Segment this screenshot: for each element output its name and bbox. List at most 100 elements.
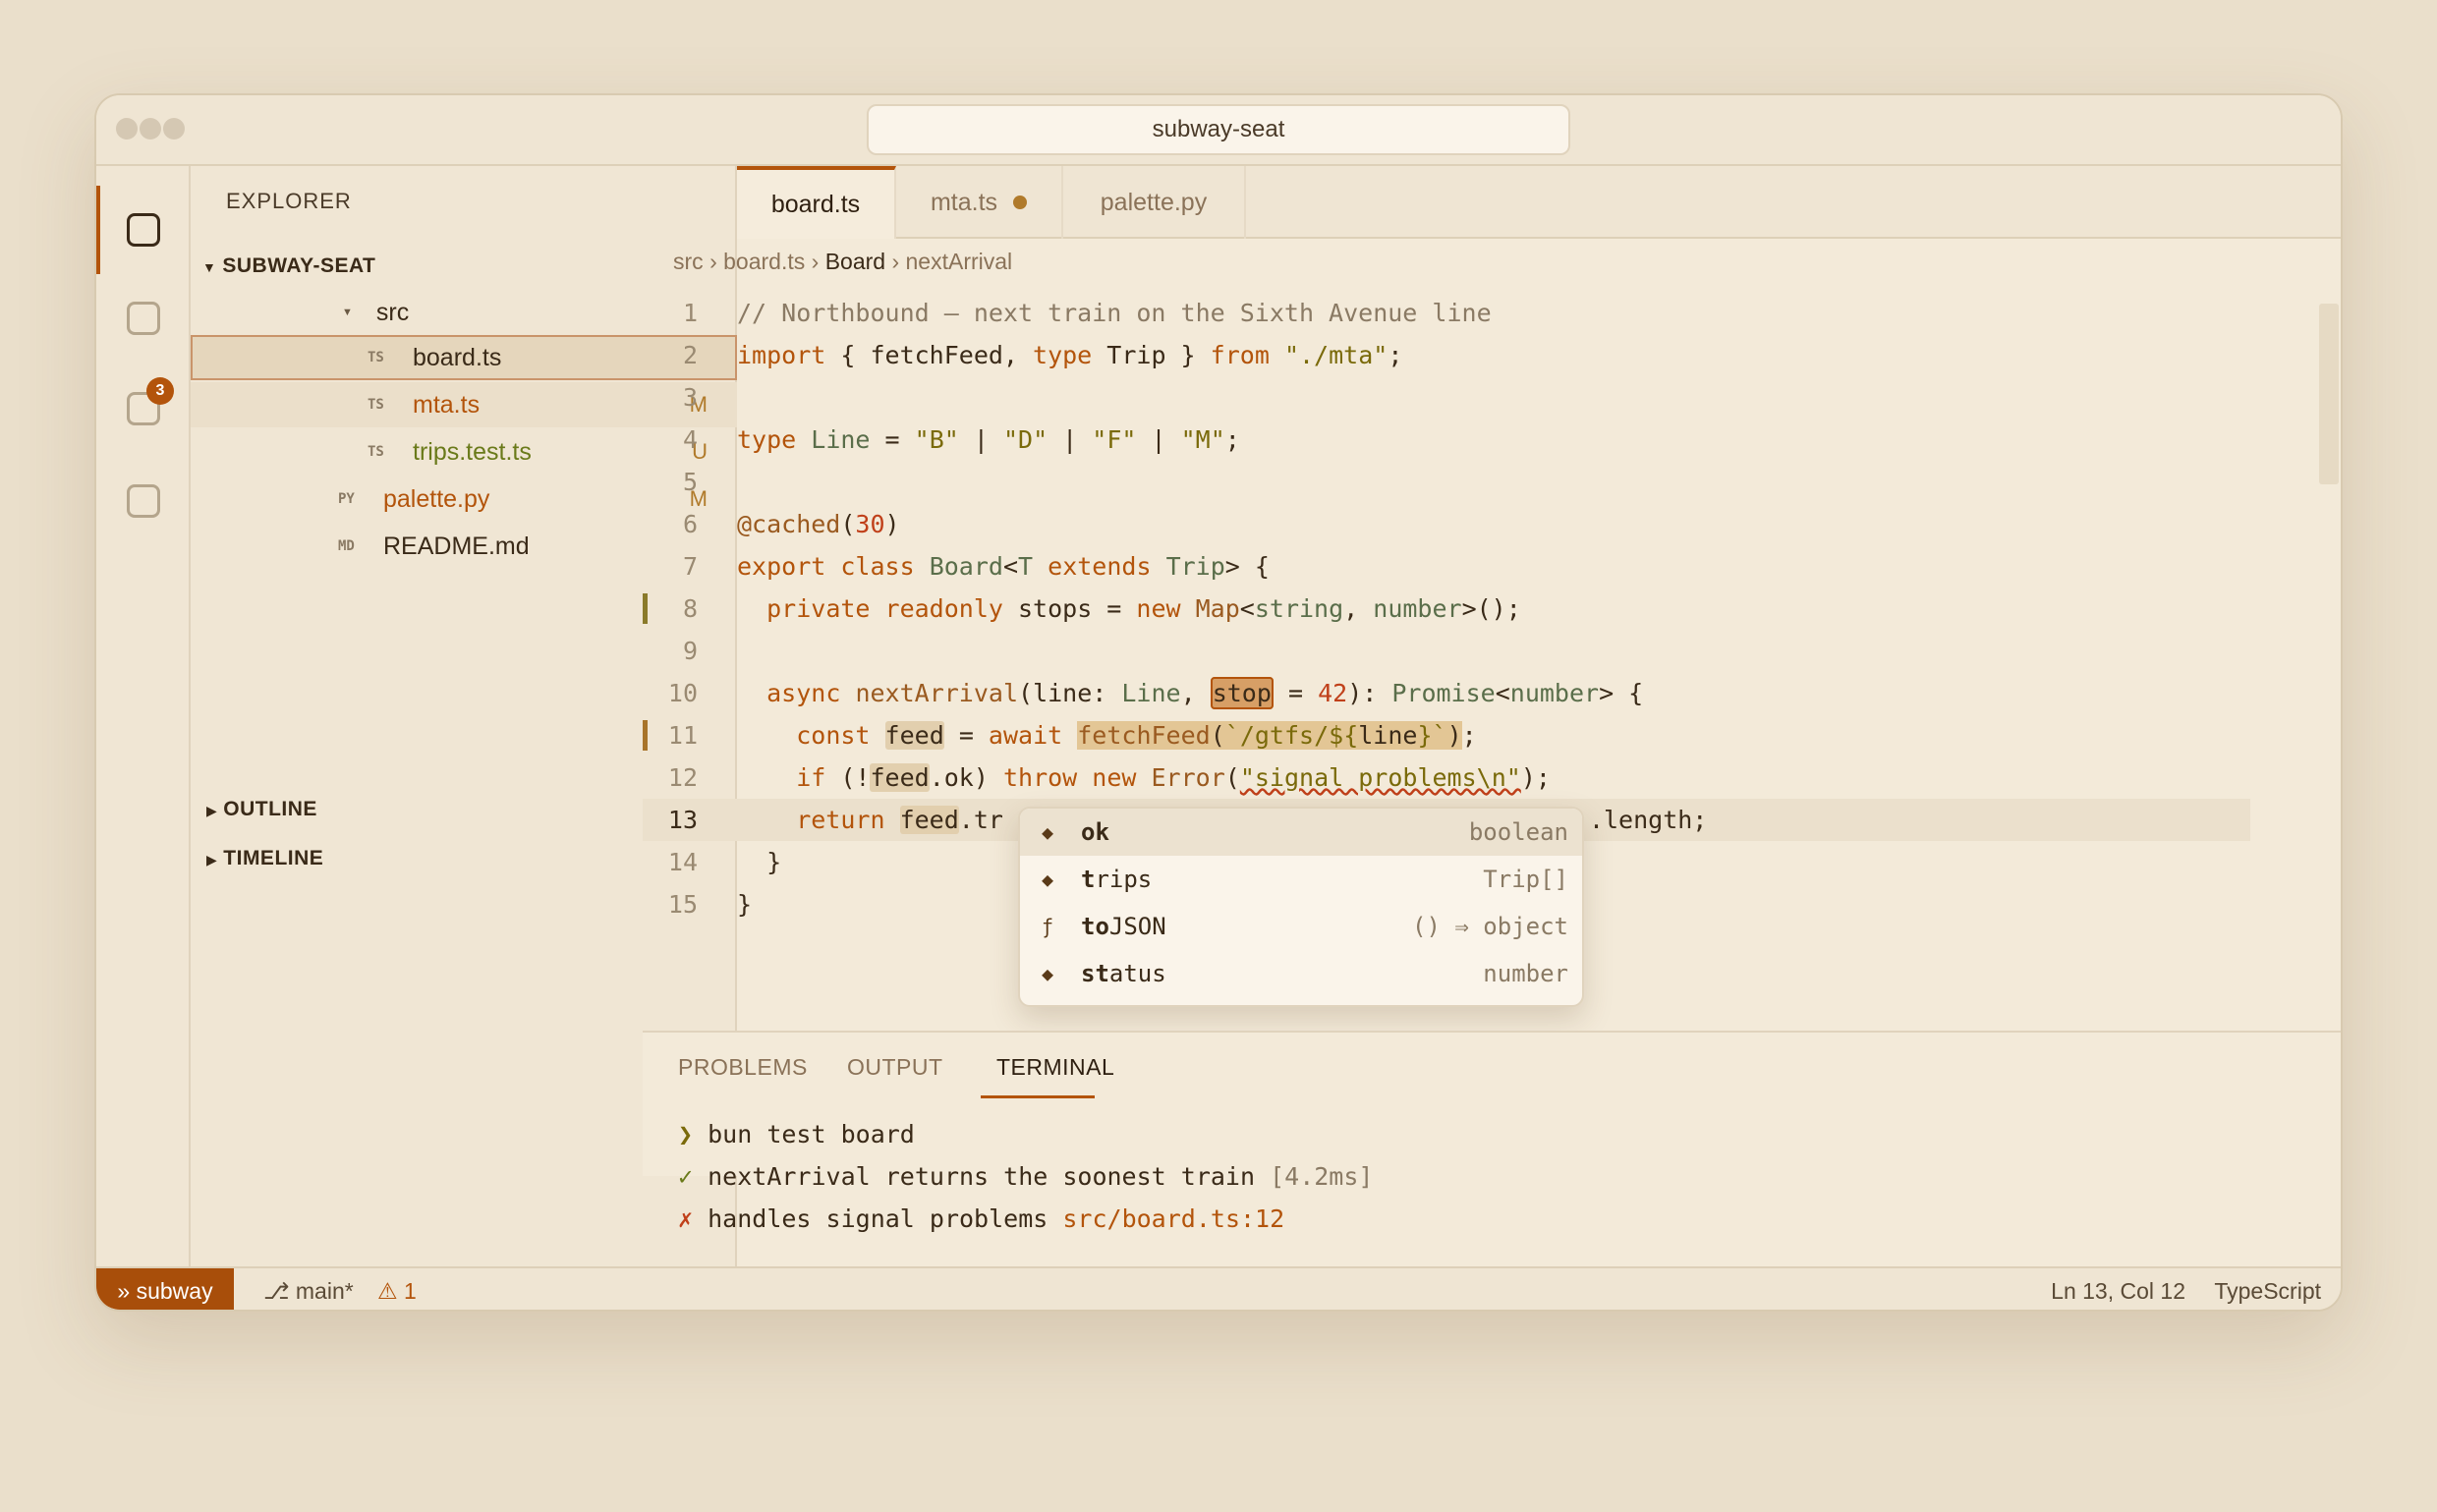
- suggestion-label: toJSON: [1081, 913, 1166, 940]
- suggestion-type: number: [1483, 960, 1568, 987]
- breadcrumb-class[interactable]: Board: [825, 249, 885, 274]
- line-number: 6: [682, 510, 698, 538]
- code-text: if (!feed.ok) throw new Error("signal pr…: [796, 763, 1551, 792]
- code-text: // Northbound — next train on the Sixth …: [737, 299, 1492, 327]
- code-line: 10 async nextArrival(line: Line, stop = …: [643, 672, 2250, 714]
- typescript-file-icon: TS: [368, 350, 384, 365]
- explorer-activity-button[interactable]: [96, 186, 191, 274]
- line-number: 3: [682, 383, 698, 412]
- extensions-activity-button[interactable]: [96, 457, 191, 545]
- code-line: 12 if (!feed.ok) throw new Error("signal…: [643, 756, 2250, 799]
- status-bar: » subway ⎇ main* ⚠ 1 Ln 13, Col 12 TypeS…: [96, 1266, 2341, 1310]
- source-control-badge: 3: [146, 377, 174, 405]
- remote-indicator[interactable]: » subway: [96, 1268, 234, 1310]
- code-line: 3: [643, 376, 2250, 419]
- suggestion-item[interactable]: ◆ trips Trip[]: [1020, 856, 1582, 903]
- check-icon: ✓: [678, 1162, 694, 1191]
- line-number: 7: [682, 552, 698, 581]
- tab-board-ts[interactable]: board.ts: [737, 166, 896, 239]
- file-label: board.ts: [413, 343, 502, 371]
- property-icon: ◆: [1042, 820, 1054, 844]
- cursor-position[interactable]: Ln 13, Col 12: [2051, 1278, 2185, 1305]
- workspace-root-label: SUBWAY-SEAT: [222, 254, 376, 277]
- code-text: const feed = await fetchFeed(`/gtfs/${li…: [796, 721, 1477, 750]
- source-control-activity-button[interactable]: 3: [96, 364, 191, 453]
- command-center[interactable]: subway-seat: [867, 104, 1570, 155]
- close-window-button[interactable]: [116, 118, 138, 140]
- error-location-link[interactable]: src/board.ts:12: [1062, 1204, 1284, 1233]
- typescript-file-icon: TS: [368, 397, 384, 413]
- terminal-command: bun test board: [708, 1120, 915, 1148]
- autocomplete-widget: ◆ ok boolean ◆ trips Trip[] ƒ toJSON () ⇒ obje…: [1018, 807, 1584, 1007]
- code-line: 8 private readonly stops = new Map<strin…: [643, 588, 2250, 630]
- suggestion-item[interactable]: ◆ status number: [1020, 950, 1582, 997]
- outline-section-toggle[interactable]: ▶ OUTLINE: [206, 798, 317, 821]
- line-number: 15: [667, 890, 698, 919]
- search-activity-button[interactable]: [96, 274, 191, 363]
- line-number: 11: [667, 721, 698, 750]
- suggestion-item[interactable]: ƒ toJSON () ⇒ object: [1020, 903, 1582, 950]
- suggestion-label: status: [1081, 960, 1166, 987]
- activity-bar: 3: [96, 166, 191, 1266]
- line-number: 5: [682, 468, 698, 496]
- line-number: 1: [682, 299, 698, 327]
- line-number: 2: [682, 341, 698, 369]
- tab-label: board.ts: [770, 190, 861, 218]
- folder-label: src: [375, 298, 410, 326]
- cross-icon: ✗: [678, 1204, 694, 1233]
- language-mode[interactable]: TypeScript: [2214, 1278, 2321, 1305]
- editor-window: subway-seat 3 EXPLORER ▼ SUBWAY-SEAT ▼ src…: [94, 93, 2343, 1312]
- zoom-window-button[interactable]: [163, 118, 185, 140]
- timeline-section-toggle[interactable]: ▶ TIMELINE: [206, 847, 323, 870]
- warning-gutter-mark: [643, 720, 648, 751]
- branch-indicator[interactable]: ⎇ main*: [263, 1278, 354, 1305]
- code-text: @cached(30): [737, 510, 900, 538]
- tab-terminal[interactable]: TERMINAL: [996, 1054, 1114, 1081]
- python-file-icon: PY: [338, 491, 355, 507]
- file-label: mta.ts: [413, 390, 481, 419]
- line-number: 14: [667, 848, 698, 876]
- breadcrumb: src › board.ts › Board › nextArrival: [673, 249, 1012, 275]
- markdown-file-icon: MD: [338, 538, 355, 554]
- suggestion-type: () ⇒ object: [1412, 913, 1568, 940]
- test-name: nextArrival returns the soonest train: [708, 1162, 1256, 1191]
- breadcrumb-separator: ›: [811, 249, 820, 274]
- timeline-label: TIMELINE: [223, 847, 324, 869]
- property-icon: ◆: [1042, 868, 1054, 891]
- code-text: async nextArrival(line: Line, stop = 42)…: [766, 677, 1644, 709]
- line-number: 10: [667, 679, 698, 707]
- breadcrumb-src[interactable]: src: [673, 249, 704, 274]
- workspace-root-toggle[interactable]: ▼ SUBWAY-SEAT: [202, 254, 375, 278]
- search-icon: [127, 302, 160, 335]
- typescript-file-icon: TS: [368, 444, 384, 460]
- extensions-icon: [127, 484, 160, 518]
- breadcrumb-separator: ›: [709, 249, 717, 274]
- minimize-window-button[interactable]: [140, 118, 161, 140]
- code-text: private readonly stops = new Map<string,…: [766, 594, 1521, 623]
- chevron-right-icon: ▶: [206, 803, 218, 818]
- line-number: 12: [667, 763, 698, 792]
- file-label: README.md: [383, 532, 530, 560]
- prompt-icon: ❯: [678, 1120, 694, 1148]
- tab-mta-ts[interactable]: mta.ts: [896, 166, 1063, 239]
- explorer-title: EXPLORER: [226, 189, 352, 213]
- chevron-down-icon: ▼: [202, 259, 217, 275]
- code-line: 1 // Northbound — next train on the Sixth…: [643, 292, 2250, 334]
- editor-tab-bar: board.ts mta.ts palette.py: [737, 166, 2341, 239]
- suggestion-item[interactable]: ◆ ok boolean: [1020, 809, 1582, 856]
- code-editor[interactable]: 1 // Northbound — next train on the Sixth…: [643, 292, 2250, 1143]
- editor-scrollbar[interactable]: [2319, 304, 2339, 484]
- breadcrumb-file[interactable]: board.ts: [723, 249, 805, 274]
- tab-output[interactable]: OUTPUT: [847, 1054, 943, 1081]
- tab-problems[interactable]: PROBLEMS: [678, 1054, 808, 1081]
- breadcrumb-method[interactable]: nextArrival: [906, 249, 1013, 274]
- line-number: 4: [682, 425, 698, 454]
- tab-palette-py[interactable]: palette.py: [1063, 166, 1246, 239]
- line-number: 9: [682, 637, 698, 665]
- terminal-line: ✗ handles signal problems src/board.ts:1…: [678, 1204, 1284, 1233]
- terminal-line: ❯ bun test board: [678, 1120, 915, 1148]
- method-icon: ƒ: [1042, 915, 1054, 938]
- code-text: import { fetchFeed, type Trip } from "./…: [737, 341, 1403, 369]
- bottom-panel: PROBLEMS OUTPUT TERMINAL: [643, 1031, 2341, 1176]
- warnings-indicator[interactable]: ⚠ 1: [377, 1278, 417, 1305]
